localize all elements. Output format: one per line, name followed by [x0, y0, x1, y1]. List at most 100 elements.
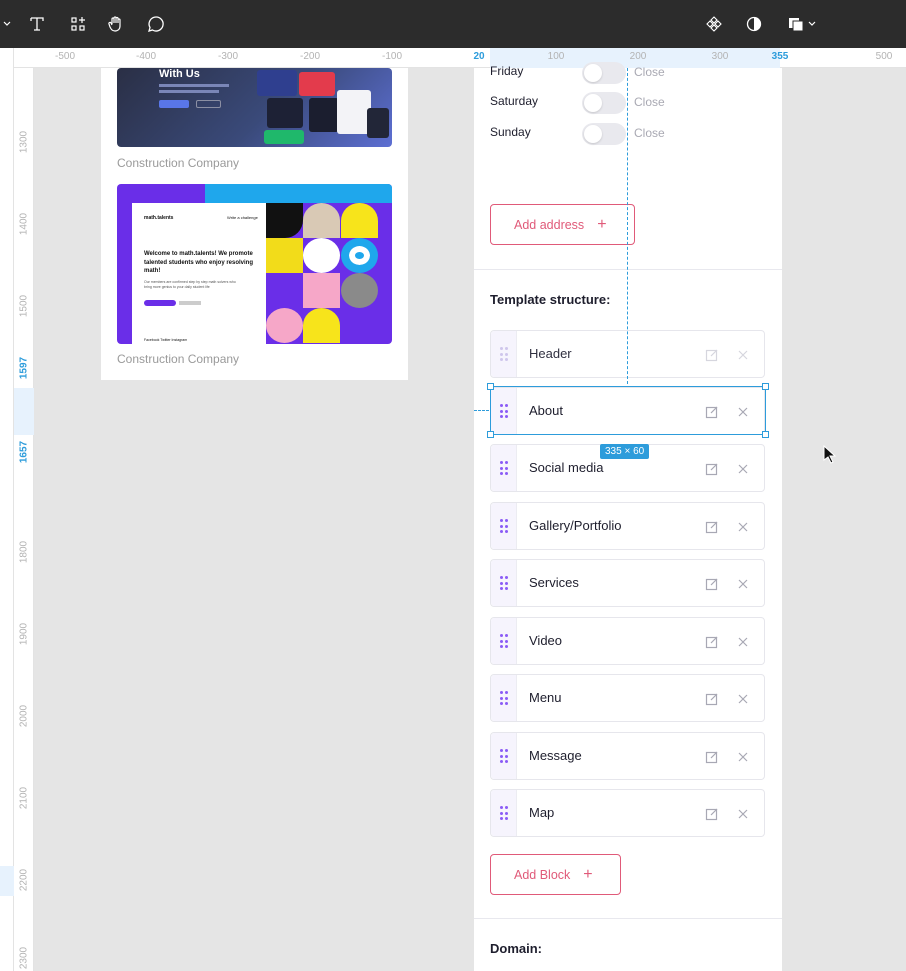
ruler-label: 2300 [18, 946, 30, 970]
drag-handle-icon[interactable] [491, 560, 517, 606]
thumbnail-pattern-grid [266, 203, 378, 344]
edit-icon[interactable] [705, 750, 719, 764]
ruler-label: 1800 [18, 540, 30, 564]
ruler-label: -200 [299, 51, 321, 62]
add-block-button[interactable]: Add Block + [490, 854, 621, 895]
plus-icon: + [583, 865, 593, 883]
close-icon[interactable] [736, 405, 750, 419]
structure-block[interactable]: Message [490, 732, 765, 780]
ruler-label: 200 [629, 51, 647, 62]
domain-title: Domain: [490, 941, 542, 956]
edit-icon[interactable] [705, 807, 719, 821]
day-status: Close [634, 65, 665, 79]
ruler-label: -100 [381, 51, 403, 62]
day-label: Friday [490, 64, 524, 78]
ruler-label: -300 [217, 51, 239, 62]
layers-icon[interactable] [785, 12, 819, 36]
opening-hours-row: Friday Close [490, 62, 770, 84]
template-cards-frame: With Us Construction Company math.talent… [101, 68, 408, 380]
add-address-label: Add address [514, 217, 585, 232]
ruler-label: 100 [547, 51, 565, 62]
drag-handle-icon[interactable] [491, 675, 517, 721]
drag-handle-icon[interactable] [491, 790, 517, 836]
block-name: Header [529, 346, 572, 361]
ruler-label-highlighted: 1657 [18, 440, 30, 464]
block-name: Map [529, 805, 555, 820]
ruler-label: 1500 [18, 294, 30, 318]
add-address-button[interactable]: Add address + [490, 204, 635, 245]
ruler-label-highlighted: 20 [473, 51, 485, 62]
close-icon[interactable] [736, 635, 750, 649]
day-toggle[interactable] [582, 123, 626, 145]
structure-block[interactable]: Services [490, 559, 765, 607]
components-tool-icon[interactable] [67, 12, 89, 36]
hand-tool-icon[interactable] [105, 12, 127, 36]
block-name: Services [529, 575, 579, 590]
left-edge-strip [0, 48, 14, 971]
ruler-label: -500 [54, 51, 76, 62]
opening-hours-row: Sunday Close [490, 123, 770, 145]
divider [474, 269, 782, 270]
close-icon[interactable] [736, 462, 750, 476]
close-icon[interactable] [736, 692, 750, 706]
edit-icon[interactable] [705, 348, 719, 362]
thumbnail-link: Write a challenge [227, 215, 258, 220]
close-icon[interactable] [736, 577, 750, 591]
thumbnail-heading: With Us [159, 68, 200, 80]
structure-block-selected[interactable]: About [490, 387, 765, 435]
comment-tool-icon[interactable] [145, 12, 167, 36]
template-thumbnail[interactable]: With Us [117, 68, 392, 147]
edit-icon[interactable] [705, 577, 719, 591]
top-toolbar [0, 0, 906, 48]
close-icon[interactable] [736, 750, 750, 764]
ruler-label: 300 [711, 51, 729, 62]
edit-icon[interactable] [705, 462, 719, 476]
measure-guide-vertical [627, 68, 628, 384]
selection-size-badge: 335 × 60 [600, 444, 650, 459]
ruler-label: 2200 [18, 868, 30, 892]
contrast-icon[interactable] [743, 12, 765, 36]
chevron-down-icon[interactable] [0, 12, 14, 36]
ruler-label: 2100 [18, 786, 30, 810]
edit-icon[interactable] [705, 405, 719, 419]
template-caption: Construction Company [117, 352, 240, 366]
block-name: About [529, 403, 563, 418]
day-label: Saturday [490, 94, 539, 108]
structure-block[interactable]: Map [490, 789, 765, 837]
structure-block[interactable]: Gallery/Portfolio [490, 502, 765, 550]
edit-icon[interactable] [705, 635, 719, 649]
template-caption: Construction Company [117, 156, 240, 170]
vertical-ruler: 1300 1400 1500 1597 1657 1800 1900 2000 … [14, 68, 34, 971]
opening-hours-row: Saturday Close [490, 92, 770, 114]
ruler-label: 2000 [18, 704, 30, 728]
structure-block[interactable]: Video [490, 617, 765, 665]
structure-block[interactable]: Menu [490, 674, 765, 722]
drag-handle-icon[interactable] [491, 733, 517, 779]
ruler-label: 1300 [18, 130, 30, 154]
edit-icon[interactable] [705, 692, 719, 706]
close-icon[interactable] [736, 520, 750, 534]
day-toggle[interactable] [582, 62, 626, 84]
template-thumbnail[interactable]: math.talents Write a challenge Welcome t… [117, 184, 392, 344]
component-icon[interactable] [703, 12, 725, 36]
thumbnail-footer: Facebook Twitter Instagram [144, 338, 188, 342]
add-block-label: Add Block [514, 867, 571, 882]
drag-handle-icon[interactable] [491, 331, 517, 377]
block-name: Message [529, 748, 582, 763]
thumbnail-brand: math.talents [144, 215, 174, 221]
day-toggle[interactable] [582, 92, 626, 114]
drag-handle-icon[interactable] [491, 503, 517, 549]
edit-icon[interactable] [705, 520, 719, 534]
drag-handle-icon[interactable] [491, 445, 517, 491]
plus-icon: + [597, 215, 607, 233]
settings-panel: Friday Close Saturday Close Sunday Close… [474, 62, 782, 971]
text-tool-icon[interactable] [26, 12, 48, 36]
close-icon[interactable] [736, 807, 750, 821]
thumbnail-headline: Welcome to math.talents! We promote tale… [144, 251, 254, 274]
day-status: Close [634, 95, 665, 109]
block-name: Social media [529, 460, 604, 475]
drag-handle-icon[interactable] [491, 388, 517, 434]
divider [474, 918, 782, 919]
close-icon[interactable] [736, 348, 750, 362]
drag-handle-icon[interactable] [491, 618, 517, 664]
